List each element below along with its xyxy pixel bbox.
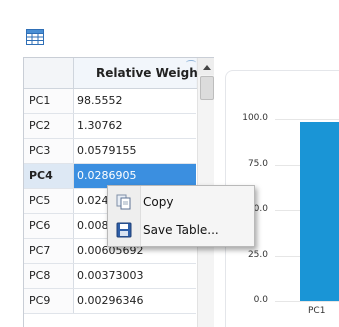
menu-item-copy[interactable]: Copy [108, 189, 254, 215]
table-header: Relative Weigh [24, 58, 214, 89]
cell-value: 0.00373003 [77, 269, 144, 282]
row-label: PC9 [29, 294, 51, 307]
row-header[interactable]: PC1 [24, 89, 74, 113]
row-header[interactable]: PC7 [24, 239, 74, 263]
y-tick-label: 100.0 [242, 113, 268, 123]
x-tick-label: PC1 [308, 306, 326, 316]
menu-item-label: Copy [143, 195, 174, 209]
row-header[interactable]: PC8 [24, 264, 74, 288]
row-header[interactable]: PC5 [24, 189, 74, 213]
row-header[interactable]: PC3 [24, 139, 74, 163]
column-header-label: Relative Weigh [96, 66, 198, 80]
table-cell[interactable]: 1.30762 [74, 114, 196, 138]
scroll-up-arrow-icon[interactable] [198, 58, 214, 75]
cell-value: 0.0579155 [77, 144, 137, 157]
column-header-relative-weight[interactable]: Relative Weigh [74, 58, 198, 88]
bar-pc1[interactable] [300, 121, 339, 301]
sort-indicator-icon [186, 60, 196, 65]
row-label: PC3 [29, 144, 51, 157]
row-header[interactable]: PC2 [24, 114, 74, 138]
table-row[interactable]: PC9 0.00296346 [24, 289, 196, 314]
copy-icon [116, 194, 132, 210]
menu-item-label: Save Table... [143, 223, 219, 237]
cell-value: 0.0286905 [77, 169, 137, 182]
table-row[interactable]: PC3 0.0579155 [24, 139, 196, 164]
row-header[interactable]: PC6 [24, 214, 74, 238]
header-corner[interactable] [24, 58, 74, 88]
table-cell[interactable]: 0.0579155 [74, 139, 196, 163]
cell-value: 1.30762 [77, 119, 123, 132]
row-label: PC6 [29, 219, 51, 232]
row-label: PC7 [29, 244, 51, 257]
save-icon [116, 222, 132, 238]
scroll-thumb[interactable] [200, 76, 214, 100]
cell-value: 0.024 [77, 194, 109, 207]
gridline [275, 119, 339, 120]
table-icon[interactable] [26, 29, 44, 45]
row-header[interactable]: PC4 [24, 164, 74, 188]
row-header[interactable]: PC9 [24, 289, 74, 313]
table-cell[interactable]: 0.00296346 [74, 289, 196, 313]
row-label: PC1 [29, 94, 51, 107]
cell-value: 98.5552 [77, 94, 123, 107]
cell-value: 0.00296346 [77, 294, 144, 307]
cell-value: 0.008 [77, 219, 109, 232]
table-row[interactable]: PC1 98.5552 [24, 89, 196, 114]
menu-item-save-table[interactable]: Save Table... [108, 217, 254, 243]
context-menu: Copy Save Table... [107, 185, 255, 247]
table-row[interactable]: PC2 1.30762 [24, 114, 196, 139]
table-cell[interactable]: 98.5552 [74, 89, 196, 113]
row-label: PC4 [29, 169, 53, 182]
table-cell[interactable]: 0.00373003 [74, 264, 196, 288]
y-tick-label: 25.0 [247, 249, 268, 260]
row-label: PC8 [29, 269, 51, 282]
y-tick-label: 75.0 [247, 158, 268, 169]
row-label: PC2 [29, 119, 51, 132]
y-tick-label: 0.0 [253, 295, 268, 305]
table-row[interactable]: PC8 0.00373003 [24, 264, 196, 289]
row-label: PC5 [29, 194, 51, 207]
gridline [275, 301, 339, 302]
